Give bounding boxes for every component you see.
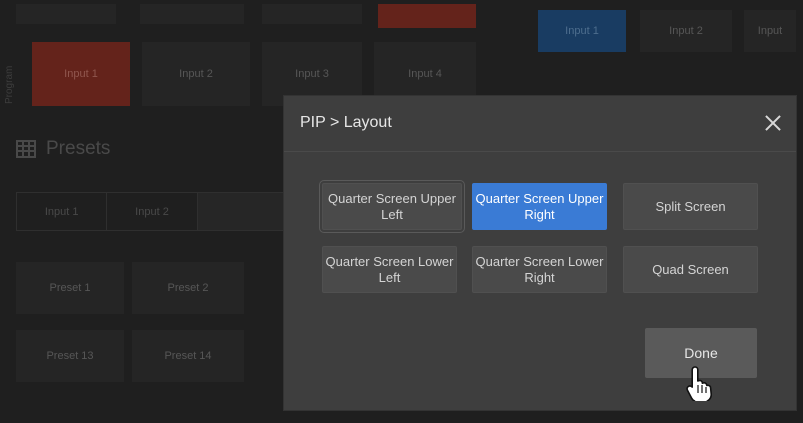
layout-quarter-upper-right-button[interactable]: Quarter Screen Upper Right (472, 183, 607, 230)
layout-quarter-lower-left-button[interactable]: Quarter Screen Lower Left (322, 246, 457, 293)
layout-quarter-lower-right-button[interactable]: Quarter Screen Lower Right (472, 246, 607, 293)
layout-quarter-upper-left-button[interactable]: Quarter Screen Upper Left (319, 180, 465, 233)
dialog-title: PIP > Layout (300, 114, 392, 131)
hand-pointer-icon (686, 366, 712, 401)
dialog-header: PIP > Layout (284, 96, 796, 152)
close-icon[interactable] (762, 112, 784, 134)
pip-layout-dialog: PIP > Layout Quarter Screen Upper Left Q… (284, 96, 796, 410)
layout-quad-screen-button[interactable]: Quad Screen (623, 246, 758, 293)
layout-split-screen-button[interactable]: Split Screen (623, 183, 758, 230)
